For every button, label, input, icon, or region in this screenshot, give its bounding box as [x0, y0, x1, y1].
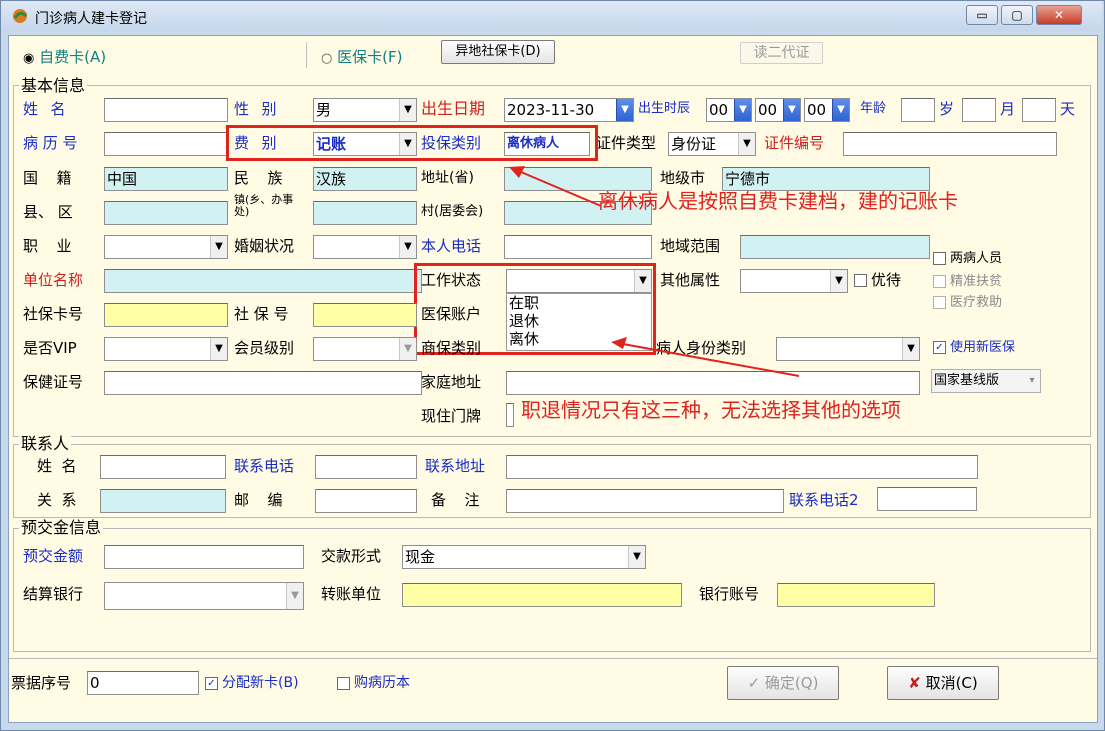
- annotation-note-2: 职退情况只有这三种，无法选择其他的选项: [521, 398, 901, 422]
- assign-card-checkbox[interactable]: ✓ 分配新卡(B): [205, 672, 299, 694]
- account-label: 银行账号: [699, 585, 760, 603]
- close-x-icon: ✘: [908, 674, 921, 692]
- contact-address-label: 联系地址: [425, 457, 486, 475]
- transfer-label: 转账单位: [321, 585, 382, 603]
- contact-phone2-label: 联系电话2: [789, 491, 859, 509]
- annotation-arrows: [509, 166, 800, 377]
- payment-select[interactable]: 现金 ▼: [402, 545, 646, 569]
- assign-card-label: 分配新卡(B): [222, 675, 299, 691]
- buy-record-checkbox[interactable]: 购病历本: [337, 672, 410, 694]
- contact-address-input[interactable]: [506, 455, 978, 479]
- confirm-label: 确定(Q): [764, 674, 819, 692]
- cancel-label: 取消(C): [925, 674, 978, 692]
- contact-name-input[interactable]: [100, 455, 226, 479]
- arrow-line-2: [622, 343, 800, 377]
- buy-record-label: 购病历本: [354, 675, 410, 691]
- chevron-down-icon[interactable]: ▼: [286, 583, 303, 609]
- arrow-head-2: [611, 337, 627, 349]
- dialog-body: ◉ 自费卡(A) ○ 医保卡(F) 异地社保卡(D) 读二代证 基本信息 姓 名…: [8, 35, 1098, 723]
- contact-phone2-input[interactable]: [877, 487, 977, 511]
- receipt-input[interactable]: 0: [87, 671, 199, 695]
- maximize-button[interactable]: ▢: [1001, 5, 1033, 25]
- transfer-input[interactable]: [402, 583, 682, 607]
- deposit-amount-input[interactable]: [104, 545, 304, 569]
- zip-label: 邮 编: [234, 491, 286, 509]
- minimize-button[interactable]: ▭: [966, 5, 998, 25]
- contact-name-label: 姓 名: [37, 457, 77, 475]
- payment-label: 交款形式: [321, 547, 382, 565]
- footer-divider: [9, 658, 1097, 659]
- relation-label: 关 系: [37, 491, 77, 509]
- window-title: 门诊病人建卡登记: [35, 11, 147, 27]
- arrow-line-1: [520, 171, 602, 207]
- cancel-button[interactable]: ✘ 取消(C): [887, 666, 999, 700]
- account-input[interactable]: [777, 583, 935, 607]
- remark-label: 备 注: [431, 491, 483, 509]
- zip-input[interactable]: [315, 489, 417, 513]
- confirm-button[interactable]: ✓ 确定(Q): [727, 666, 839, 700]
- contact-phone-input[interactable]: [315, 455, 417, 479]
- bank-select[interactable]: ▼: [104, 582, 304, 610]
- title-bar[interactable]: 门诊病人建卡登记 ▭ ▢ ✕: [1, 1, 1102, 31]
- remark-input[interactable]: [506, 489, 784, 513]
- checkbox-icon: [337, 676, 350, 690]
- receipt-label: 票据序号: [11, 674, 72, 692]
- check-icon: ✓: [747, 674, 761, 692]
- deposit-amount-label: 预交金额: [23, 547, 84, 565]
- relation-input[interactable]: [100, 489, 226, 513]
- check-icon: ✓: [205, 676, 218, 690]
- app-icon: [11, 7, 29, 25]
- bank-label: 结算银行: [23, 585, 84, 603]
- payment-value: 现金: [405, 548, 436, 566]
- deposit-title: 预交金信息: [19, 518, 104, 538]
- contact-title: 联系人: [19, 434, 72, 454]
- annotation-note-1: 离休病人是按照自费卡建档，建的记账卡: [598, 189, 958, 213]
- close-button[interactable]: ✕: [1036, 5, 1082, 25]
- chevron-down-icon[interactable]: ▼: [628, 546, 645, 568]
- contact-phone-label: 联系电话: [234, 457, 295, 475]
